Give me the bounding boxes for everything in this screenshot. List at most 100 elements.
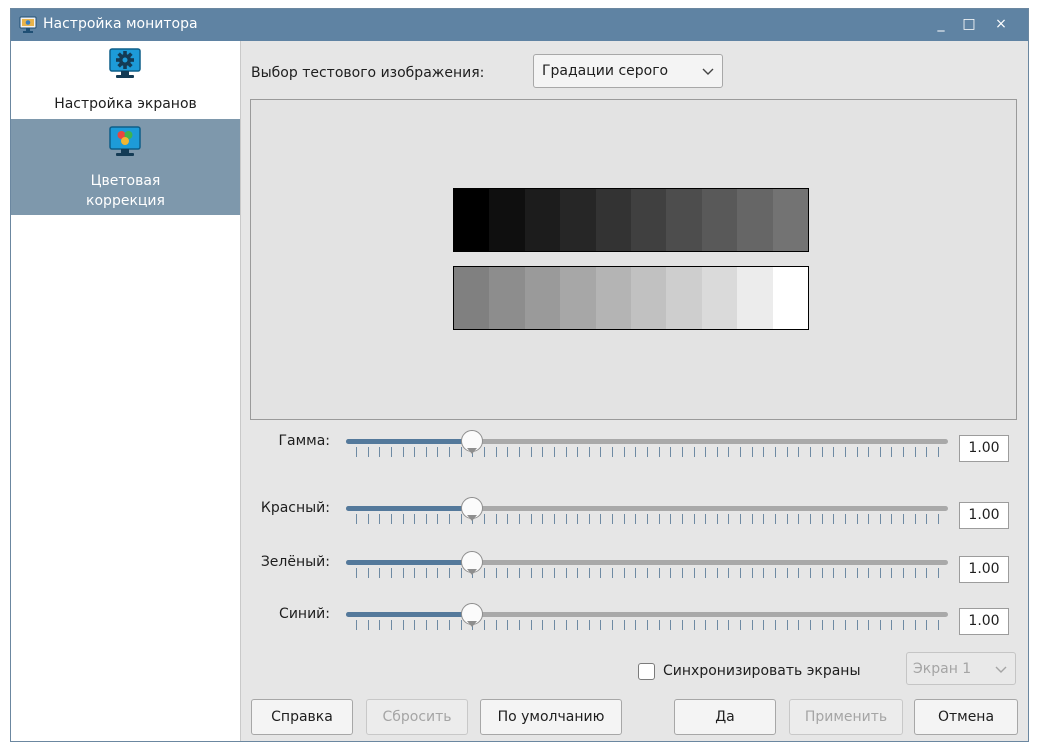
slider-tick: [670, 620, 672, 630]
sidebar-item-label: Настройка экранов: [54, 96, 197, 112]
slider-tick: [449, 514, 451, 524]
gray-level-swatch: [489, 267, 525, 329]
slider-track: [346, 439, 948, 444]
gray-level-swatch: [595, 189, 632, 251]
slider-tick: [507, 568, 509, 578]
slider-tick: [379, 514, 381, 524]
title-bar[interactable]: Настройка монитора _ □ ×: [11, 9, 1028, 41]
gamma-value-field[interactable]: 1.00: [959, 435, 1009, 462]
ok-button[interactable]: Да: [674, 699, 776, 735]
slider-tick: [821, 620, 823, 630]
apply-button[interactable]: Применить: [789, 699, 903, 735]
slider-tick: [507, 514, 509, 524]
defaults-button[interactable]: По умолчанию: [480, 699, 622, 735]
slider-tick: [402, 620, 404, 630]
slider-tick: [565, 620, 567, 630]
maximize-button[interactable]: □: [958, 12, 980, 36]
slider-tick: [577, 447, 579, 457]
slider-tick: [833, 447, 835, 457]
gray-level-swatch: [772, 267, 809, 329]
slider-tick: [786, 447, 788, 457]
slider-tick: [809, 447, 811, 457]
gamma-row: Гамма: 1.00: [11, 429, 1028, 469]
slider-tick: [437, 620, 439, 630]
sync-screens-checkbox[interactable]: [638, 663, 655, 680]
red-value-field[interactable]: 1.00: [959, 502, 1009, 529]
sync-screens-label: Синхронизировать экраны: [663, 663, 861, 679]
slider-handle-pointer: [467, 448, 478, 454]
slider-tick: [740, 568, 742, 578]
slider-tick: [414, 514, 416, 524]
slider-tick: [600, 514, 602, 524]
slider-tick: [507, 620, 509, 630]
cancel-button[interactable]: Отмена: [914, 699, 1018, 735]
monitor-color-icon: [109, 126, 141, 156]
blue-row: Синий: 1.00: [11, 602, 1028, 642]
slider-tick: [623, 568, 625, 578]
slider-tick: [833, 514, 835, 524]
slider-tick: [786, 514, 788, 524]
blue-value-field[interactable]: 1.00: [959, 608, 1009, 635]
slider-tick: [763, 514, 765, 524]
slider-track: [346, 612, 948, 617]
help-button[interactable]: Справка: [251, 699, 353, 735]
slider-tick: [716, 447, 718, 457]
slider-tick: [577, 514, 579, 524]
slider-tick: [402, 568, 404, 578]
slider-tick: [553, 514, 555, 524]
slider-tick: [530, 514, 532, 524]
slider-tick: [425, 447, 427, 457]
sidebar-item-screens[interactable]: Настройка экранов: [11, 41, 240, 119]
slider-tick: [833, 620, 835, 630]
slider-tick: [903, 514, 905, 524]
slider-tick: [670, 447, 672, 457]
slider-tick: [926, 620, 928, 630]
slider-tick: [484, 514, 486, 524]
slider-tick: [903, 447, 905, 457]
slider-tick: [553, 620, 555, 630]
gray-level-swatch: [666, 267, 702, 329]
slider-tick: [763, 620, 765, 630]
slider-tick: [809, 568, 811, 578]
slider-tick: [414, 620, 416, 630]
slider-tick: [647, 514, 648, 524]
sidebar-item-color-correction[interactable]: Цветовая коррекция: [11, 119, 240, 215]
slider-tick: [495, 620, 497, 630]
slider-tick: [518, 620, 520, 630]
slider-tick: [658, 620, 660, 630]
slider-tick: [751, 620, 753, 630]
gamma-slider[interactable]: [344, 429, 950, 465]
slider-tick: [728, 568, 730, 578]
green-slider[interactable]: [344, 550, 950, 586]
slider-tick: [751, 447, 753, 457]
slider-tick: [705, 620, 707, 630]
red-slider[interactable]: [344, 496, 950, 532]
monitor-settings-window: Настройка монитора _ □ × Настройка экран…: [10, 8, 1029, 742]
slider-tick: [379, 568, 381, 578]
slider-tick: [437, 568, 439, 578]
slider-tick: [693, 514, 695, 524]
reset-button[interactable]: Сбросить: [366, 699, 468, 735]
chevron-down-icon: [702, 68, 714, 75]
slider-tick: [681, 447, 683, 457]
gray-level-swatch: [454, 189, 490, 251]
screen-select[interactable]: Экран 1: [906, 652, 1016, 685]
slider-tick: [507, 447, 509, 457]
slider-tick: [565, 447, 567, 457]
close-button[interactable]: ×: [990, 12, 1012, 36]
blue-slider[interactable]: [344, 602, 950, 638]
slider-tick: [821, 447, 823, 457]
red-label: Красный:: [260, 500, 330, 516]
slider-tick: [938, 514, 939, 524]
slider-tick: [926, 447, 928, 457]
slider-tick: [856, 447, 858, 457]
gray-level-swatch: [595, 267, 632, 329]
slider-tick: [647, 568, 648, 578]
test-image-select[interactable]: Градации серого: [533, 54, 723, 88]
green-value-field[interactable]: 1.00: [959, 556, 1009, 583]
slider-tick: [798, 620, 800, 630]
slider-tick: [530, 568, 532, 578]
minimize-button[interactable]: _: [930, 12, 952, 36]
gray-level-swatch: [701, 189, 738, 251]
red-row: Красный: 1.00: [11, 496, 1028, 536]
